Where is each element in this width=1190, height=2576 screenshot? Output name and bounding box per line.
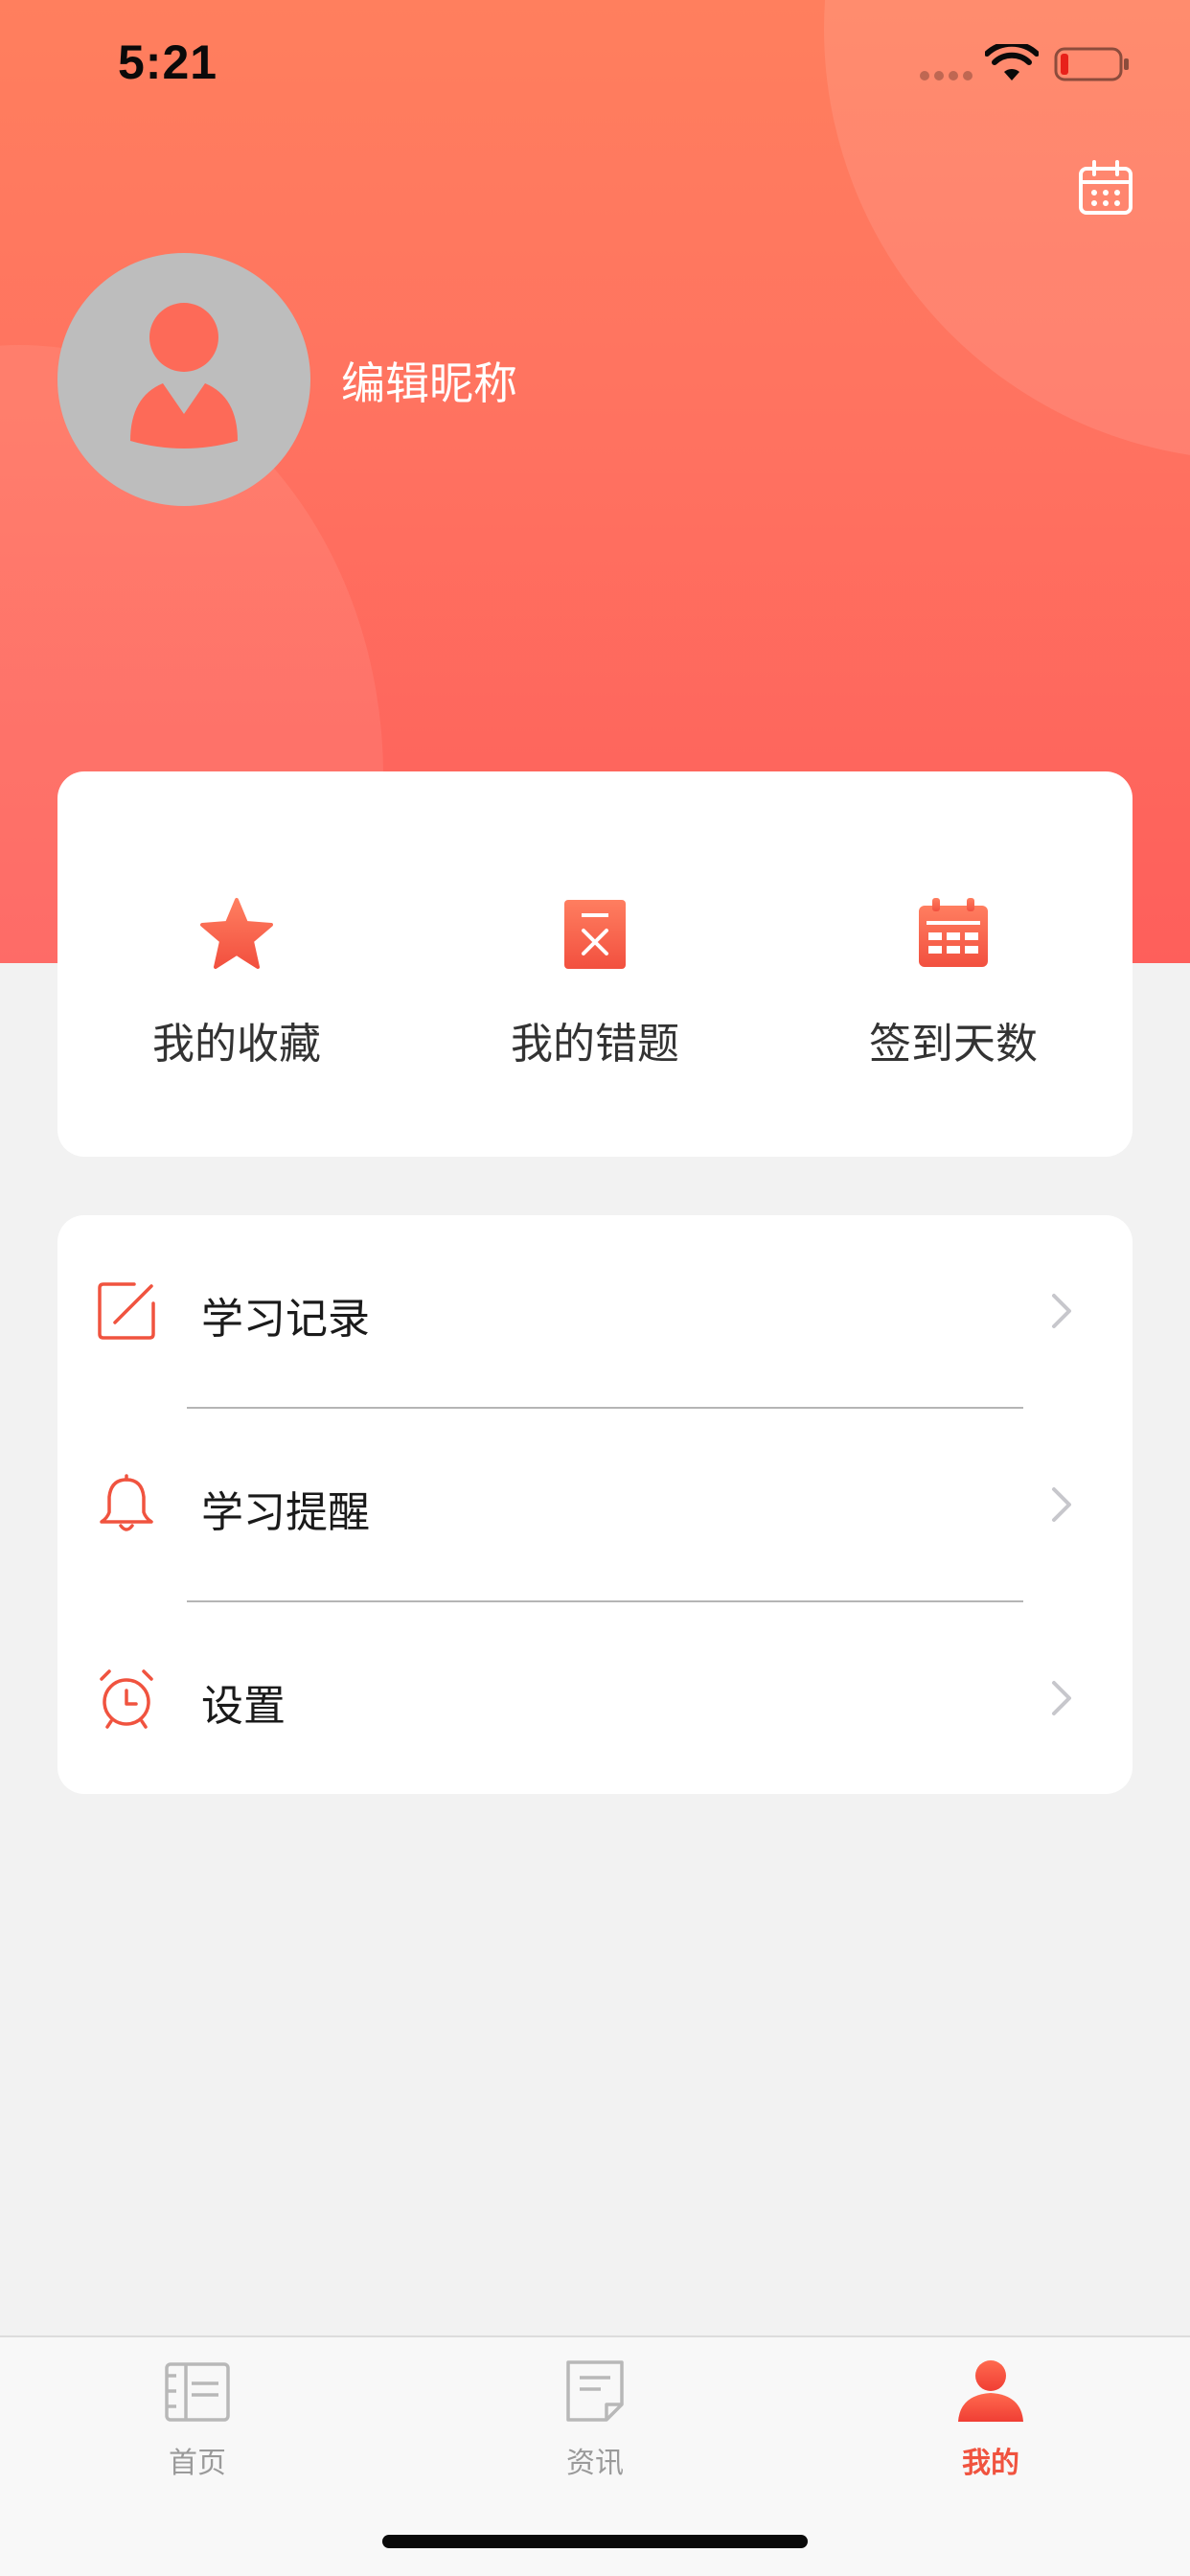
user-icon — [958, 2360, 1023, 2422]
favorites-label: 我的收藏 — [152, 1020, 321, 1069]
wrong-questions-label: 我的错题 — [511, 1020, 679, 1069]
home-indicator[interactable] — [382, 2535, 808, 2548]
menu-label: 设置 — [201, 1682, 286, 1731]
wifi-icon — [985, 44, 1039, 80]
edit-nickname-link[interactable]: 编辑昵称 — [341, 349, 517, 412]
document-icon — [566, 2360, 624, 2422]
calendar-icon — [919, 898, 988, 967]
chevron-right-icon — [1052, 1294, 1071, 1328]
quick-actions-card: 我的收藏 我的错题 签到天数 — [57, 771, 1133, 1157]
user-avatar-icon — [130, 303, 238, 448]
tab-news[interactable]: 资讯 — [499, 2357, 691, 2481]
wrong-question-icon — [564, 900, 626, 969]
checkin-days-button[interactable]: 签到天数 — [774, 896, 1133, 1070]
menu-item-study-reminder[interactable]: 学习提醒 — [57, 1409, 1133, 1600]
tab-home[interactable]: 首页 — [102, 2357, 293, 2481]
settings-menu-card: 学习记录 学习提醒 设置 — [57, 1215, 1133, 1794]
status-time: 5:21 — [118, 35, 218, 89]
star-icon — [200, 898, 273, 969]
bell-icon — [100, 1474, 153, 1531]
chevron-right-icon — [1052, 1487, 1071, 1522]
tab-label: 我的 — [962, 2447, 1019, 2480]
tab-mine[interactable]: 我的 — [895, 2357, 1087, 2481]
status-bar: 5:21 — [0, 0, 1190, 126]
tab-label: 资讯 — [566, 2447, 624, 2480]
favorites-button[interactable]: 我的收藏 — [57, 896, 416, 1070]
checkin-days-label: 签到天数 — [869, 1020, 1038, 1069]
profile-screen: 5:21 编辑昵称 我的收藏 我的错题 签到天数 学习记录 学习提醒 设置 首页… — [0, 0, 1190, 2576]
menu-item-study-record[interactable]: 学习记录 — [57, 1215, 1133, 1407]
tab-label: 首页 — [169, 2447, 226, 2480]
alarm-clock-icon — [100, 1669, 153, 1729]
menu-item-settings[interactable]: 设置 — [57, 1602, 1133, 1794]
menu-label: 学习提醒 — [201, 1488, 370, 1537]
cellular-signal-icon — [920, 71, 973, 80]
book-icon — [165, 2362, 230, 2422]
edit-icon — [98, 1282, 155, 1340]
battery-icon — [1054, 47, 1129, 81]
avatar[interactable] — [57, 253, 310, 506]
wrong-questions-button[interactable]: 我的错题 — [416, 896, 774, 1070]
chevron-right-icon — [1052, 1681, 1071, 1715]
menu-label: 学习记录 — [201, 1295, 370, 1344]
calendar-icon[interactable] — [1077, 159, 1134, 217]
